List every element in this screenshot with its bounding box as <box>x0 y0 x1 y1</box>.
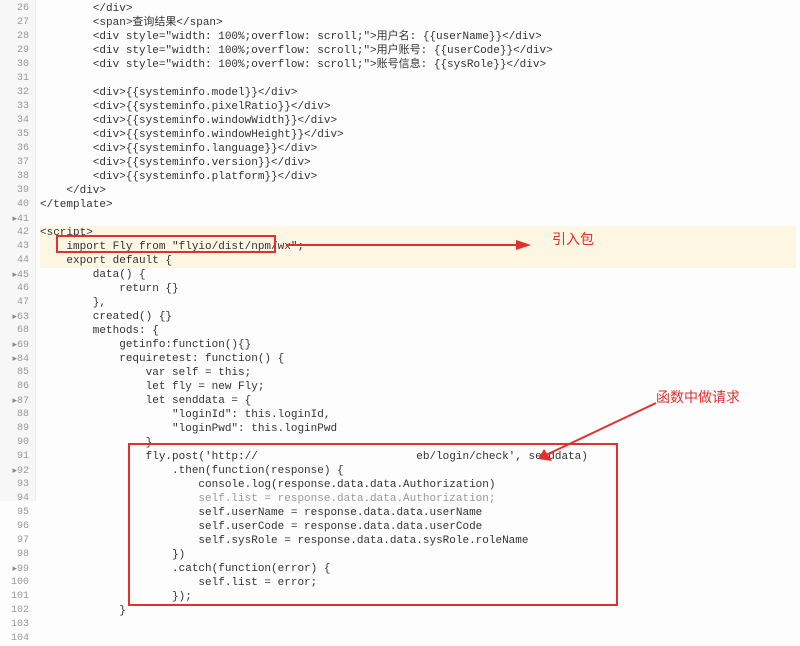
code-line: <span>查询结果</span> <box>40 16 796 30</box>
line-number: ▸84 <box>2 352 29 366</box>
line-number: ▸63 <box>2 310 29 324</box>
code-line: }, <box>40 296 796 310</box>
code-line: </div> <box>40 2 796 16</box>
code-line: self.list = response.data.data.Authoriza… <box>40 492 796 506</box>
code-line: <div>{{systeminfo.windowHeight}}</div> <box>40 128 796 142</box>
code-line: </template> <box>40 198 796 212</box>
line-number: ▸69 <box>2 338 29 352</box>
code-line: "loginPwd": this.loginPwd <box>40 422 796 436</box>
line-number: 89 <box>2 422 29 436</box>
code-line: .then(function(response) { <box>40 464 796 478</box>
code-line: self.list = error; <box>40 576 796 590</box>
code-line: }); <box>40 590 796 604</box>
code-line: import Fly from "flyio/dist/npm/wx"; <box>40 240 796 254</box>
code-line: getinfo:function(){} <box>40 338 796 352</box>
line-number: 27 <box>2 16 29 30</box>
code-line: <div>{{systeminfo.language}}</div> <box>40 142 796 156</box>
line-number: 40 <box>2 198 29 212</box>
code-line: }) <box>40 548 796 562</box>
line-number: 93 <box>2 478 29 492</box>
line-number: 31 <box>2 72 29 86</box>
code-line: </div> <box>40 184 796 198</box>
line-number: 44 <box>2 254 29 268</box>
code-editor: 26 27 28 29 30 31 32 33 34 35 36 37 38 3… <box>0 0 800 501</box>
line-number: 30 <box>2 58 29 72</box>
line-number: 39 <box>2 184 29 198</box>
line-number: 91 <box>2 450 29 464</box>
code-line: <div style="width: 100%;overflow: scroll… <box>40 30 796 44</box>
code-line: created() {} <box>40 310 796 324</box>
line-number: 94 <box>2 492 29 506</box>
code-line: return {} <box>40 282 796 296</box>
line-number: 68 <box>2 324 29 338</box>
line-number: 35 <box>2 128 29 142</box>
code-line <box>40 618 796 632</box>
line-number: 33 <box>2 100 29 114</box>
code-line: .catch(function(error) { <box>40 562 796 576</box>
line-number: ▸45 <box>2 268 29 282</box>
code-line: let fly = new Fly; <box>40 380 796 394</box>
line-number: 90 <box>2 436 29 450</box>
line-number: 104 <box>2 632 29 646</box>
code-line: <div style="width: 100%;overflow: scroll… <box>40 58 796 72</box>
line-number: 38 <box>2 170 29 184</box>
code-line: fly.post('http:// eb/login/check', sendd… <box>40 450 796 464</box>
line-number: 88 <box>2 408 29 422</box>
code-line: <div style="width: 100%;overflow: scroll… <box>40 44 796 58</box>
line-number-gutter: 26 27 28 29 30 31 32 33 34 35 36 37 38 3… <box>0 0 36 501</box>
line-number: 26 <box>2 2 29 16</box>
line-number: 86 <box>2 380 29 394</box>
line-number: 98 <box>2 548 29 562</box>
line-number: 42 <box>2 226 29 240</box>
line-number: 97 <box>2 534 29 548</box>
line-number: 101 <box>2 590 29 604</box>
code-area[interactable]: </div> <span>查询结果</span> <div style="wid… <box>36 0 800 501</box>
line-number: 28 <box>2 30 29 44</box>
line-number: ▸41 <box>2 212 29 226</box>
code-line: } <box>40 604 796 618</box>
code-line: <div>{{systeminfo.pixelRatio}}</div> <box>40 100 796 114</box>
code-line: requiretest: function() { <box>40 352 796 366</box>
line-number: ▸87 <box>2 394 29 408</box>
code-line: <div>{{systeminfo.platform}}</div> <box>40 170 796 184</box>
code-line: <div>{{systeminfo.model}}</div> <box>40 86 796 100</box>
code-line: <script> <box>40 226 796 240</box>
code-line: } <box>40 436 796 450</box>
line-number: 29 <box>2 44 29 58</box>
code-line: data() { <box>40 268 796 282</box>
line-number: 37 <box>2 156 29 170</box>
code-line: self.userName = response.data.data.userN… <box>40 506 796 520</box>
code-line <box>40 72 796 86</box>
code-line: export default { <box>40 254 796 268</box>
line-number: 103 <box>2 618 29 632</box>
line-number: 34 <box>2 114 29 128</box>
code-line: console.log(response.data.data.Authoriza… <box>40 478 796 492</box>
line-number: 47 <box>2 296 29 310</box>
line-number: 36 <box>2 142 29 156</box>
code-line: var self = this; <box>40 366 796 380</box>
line-number: 100 <box>2 576 29 590</box>
code-line: self.sysRole = response.data.data.sysRol… <box>40 534 796 548</box>
code-line <box>40 212 796 226</box>
code-line: let senddata = { <box>40 394 796 408</box>
code-line <box>40 632 796 646</box>
line-number: 46 <box>2 282 29 296</box>
code-line: methods: { <box>40 324 796 338</box>
code-line: "loginId": this.loginId, <box>40 408 796 422</box>
line-number: 96 <box>2 520 29 534</box>
line-number: ▸99 <box>2 562 29 576</box>
line-number: 95 <box>2 506 29 520</box>
line-number: 32 <box>2 86 29 100</box>
code-line: <div>{{systeminfo.windowWidth}}</div> <box>40 114 796 128</box>
line-number: 43 <box>2 240 29 254</box>
line-number: 85 <box>2 366 29 380</box>
line-number: 102 <box>2 604 29 618</box>
line-number: ▸92 <box>2 464 29 478</box>
code-line: self.userCode = response.data.data.userC… <box>40 520 796 534</box>
code-line: <div>{{systeminfo.version}}</div> <box>40 156 796 170</box>
